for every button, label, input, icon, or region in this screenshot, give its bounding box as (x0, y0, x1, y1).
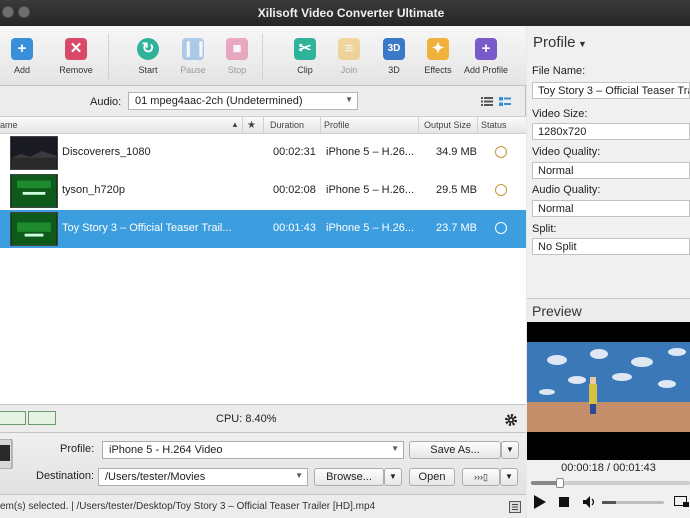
chevron-down-icon[interactable]: ▼ (500, 468, 518, 486)
table-row[interactable]: Discoverers_1080 00:02:31 iPhone 5 – H.2… (0, 134, 526, 172)
clock-icon (495, 184, 507, 196)
column-name[interactable]: ame (0, 120, 18, 130)
volume-slider[interactable] (602, 501, 664, 504)
seek-handle[interactable] (556, 478, 564, 488)
log-icon[interactable] (509, 501, 521, 513)
detail-view-icon[interactable] (499, 97, 511, 106)
browse-button[interactable]: Browse... (314, 468, 384, 486)
video-thumbnail (10, 136, 58, 170)
x-icon: ✕ (65, 38, 87, 60)
file-list: Discoverers_1080 00:02:31 iPhone 5 – H.2… (0, 134, 526, 404)
clip-button[interactable]: ✂ Clip (280, 38, 330, 75)
destination-input[interactable]: /Users/tester/Movies ▼ (98, 468, 308, 486)
video-thumbnail (10, 212, 58, 246)
profile-plus-icon: + (475, 38, 497, 60)
sort-asc-icon[interactable]: ▲ (231, 120, 239, 129)
destination-label: Destination: (36, 470, 95, 482)
seek-bar[interactable] (531, 478, 690, 488)
list-view-icon[interactable] (481, 97, 493, 106)
column-duration[interactable]: Duration (270, 120, 304, 130)
column-profile[interactable]: Profile (324, 120, 350, 130)
profile-panel-title[interactable]: Profile ▼ (533, 34, 587, 51)
profile-select[interactable]: iPhone 5 - H.264 Video ▼ (102, 441, 404, 459)
video-quality-label: Video Quality: (532, 146, 601, 158)
cpu-meter (0, 411, 26, 425)
cpu-row: CPU: 8.40% (0, 404, 526, 432)
window-title: Xilisoft Video Converter Ultimate (257, 6, 445, 20)
table-row[interactable]: tyson_h720p 00:02:08 iPhone 5 – H.26... … (0, 172, 526, 210)
save-as-button[interactable]: Save As... (409, 441, 501, 459)
start-button[interactable]: ↻ Start (123, 38, 173, 75)
pause-icon: ❙❙ (182, 38, 207, 60)
cpu-usage: CPU: 8.40% (216, 413, 277, 425)
audio-label: Audio: (90, 96, 122, 108)
toolbar: + Add ✕ Remove ↻ Start ❙❙ Pause ■ Stop ✂… (0, 26, 526, 86)
effects-button[interactable]: ✦ Effects (413, 38, 463, 75)
video-size-label: Video Size: (532, 108, 588, 120)
caret-down-icon: ▼ (575, 39, 587, 49)
split-label: Split: (532, 223, 557, 235)
audio-select[interactable]: 01 mpeg4aac-2ch (Undetermined) ▼ (128, 92, 358, 110)
preview-header: Preview (527, 298, 690, 322)
device-icon (0, 439, 13, 469)
preview-title: Preview (532, 303, 582, 319)
status-bar: em(s) selected. | /Users/tester/Desktop/… (0, 494, 526, 518)
split-field[interactable]: No Split (532, 238, 690, 255)
preview-time: 00:00:18 / 00:01:43 (561, 462, 656, 474)
3d-button[interactable]: 3D 3D (369, 38, 419, 75)
chevron-down-icon: ▼ (345, 95, 353, 104)
sparkle-icon: ✦ (427, 38, 449, 60)
video-thumbnail (10, 174, 58, 208)
table-row[interactable]: Toy Story 3 – Official Teaser Trail... 0… (0, 210, 526, 248)
toolbar-divider (262, 34, 263, 80)
clock-icon (495, 222, 507, 234)
pause-button[interactable]: ❙❙ Pause (168, 38, 218, 75)
video-size-field[interactable]: 1280x720 (532, 123, 690, 140)
column-output-size[interactable]: Output Size (424, 120, 471, 130)
column-status[interactable]: Status (481, 120, 507, 130)
toolbar-divider (108, 34, 109, 80)
audio-row: Audio: 01 mpeg4aac-2ch (Undetermined) ▼ (0, 88, 526, 114)
plus-icon: + (11, 38, 33, 60)
player-controls (527, 488, 690, 518)
file-name-label: File Name: (532, 65, 586, 77)
file-list-header: ame ▲ ★ Duration Profile Output Size Sta… (0, 116, 526, 134)
video-quality-field[interactable]: Normal (532, 162, 690, 179)
chevron-down-icon: ▼ (391, 444, 399, 453)
video-preview[interactable] (527, 322, 690, 460)
stop-small-icon[interactable] (559, 497, 569, 507)
add-profile-button[interactable]: + Add Profile (461, 38, 511, 75)
join-button[interactable]: ≡ Join (324, 38, 374, 75)
transfer-icon[interactable]: ›››▯ (462, 468, 500, 486)
remove-button[interactable]: ✕ Remove (51, 38, 101, 75)
play-icon[interactable] (533, 494, 547, 510)
scissors-icon: ✂ (294, 38, 316, 60)
title-bar: Xilisoft Video Converter Ultimate (0, 0, 690, 26)
screenshot-icon[interactable] (674, 496, 690, 508)
film-icon: ≡ (338, 38, 360, 60)
refresh-icon: ↻ (137, 38, 159, 60)
status-text: em(s) selected. | /Users/tester/Desktop/… (0, 501, 376, 512)
volume-icon[interactable] (583, 496, 597, 508)
open-button[interactable]: Open (409, 468, 455, 486)
chevron-down-icon: ▼ (295, 471, 303, 480)
3d-icon: 3D (383, 38, 405, 60)
clock-icon (495, 146, 507, 158)
main-pane: + Add ✕ Remove ↻ Start ❙❙ Pause ■ Stop ✂… (0, 26, 526, 518)
audio-quality-field[interactable]: Normal (532, 200, 690, 217)
file-name-field[interactable]: Toy Story 3 – Official Teaser Trailer (532, 82, 690, 99)
profile-label: Profile: (60, 443, 95, 455)
chevron-down-icon[interactable]: ▼ (384, 468, 402, 486)
audio-quality-label: Audio Quality: (532, 184, 601, 196)
profile-panel: Profile ▼ File Name: Toy Story 3 – Offic… (527, 26, 690, 518)
stop-button[interactable]: ■ Stop (212, 38, 262, 75)
cpu-meter (28, 411, 56, 425)
add-button[interactable]: + Add (0, 38, 47, 75)
gear-icon[interactable] (504, 413, 518, 427)
chevron-down-icon[interactable]: ▼ (501, 441, 519, 459)
star-icon[interactable]: ★ (247, 120, 256, 131)
stop-icon: ■ (226, 38, 248, 60)
output-settings: Profile: iPhone 5 - H.264 Video ▼ Save A… (0, 432, 526, 494)
